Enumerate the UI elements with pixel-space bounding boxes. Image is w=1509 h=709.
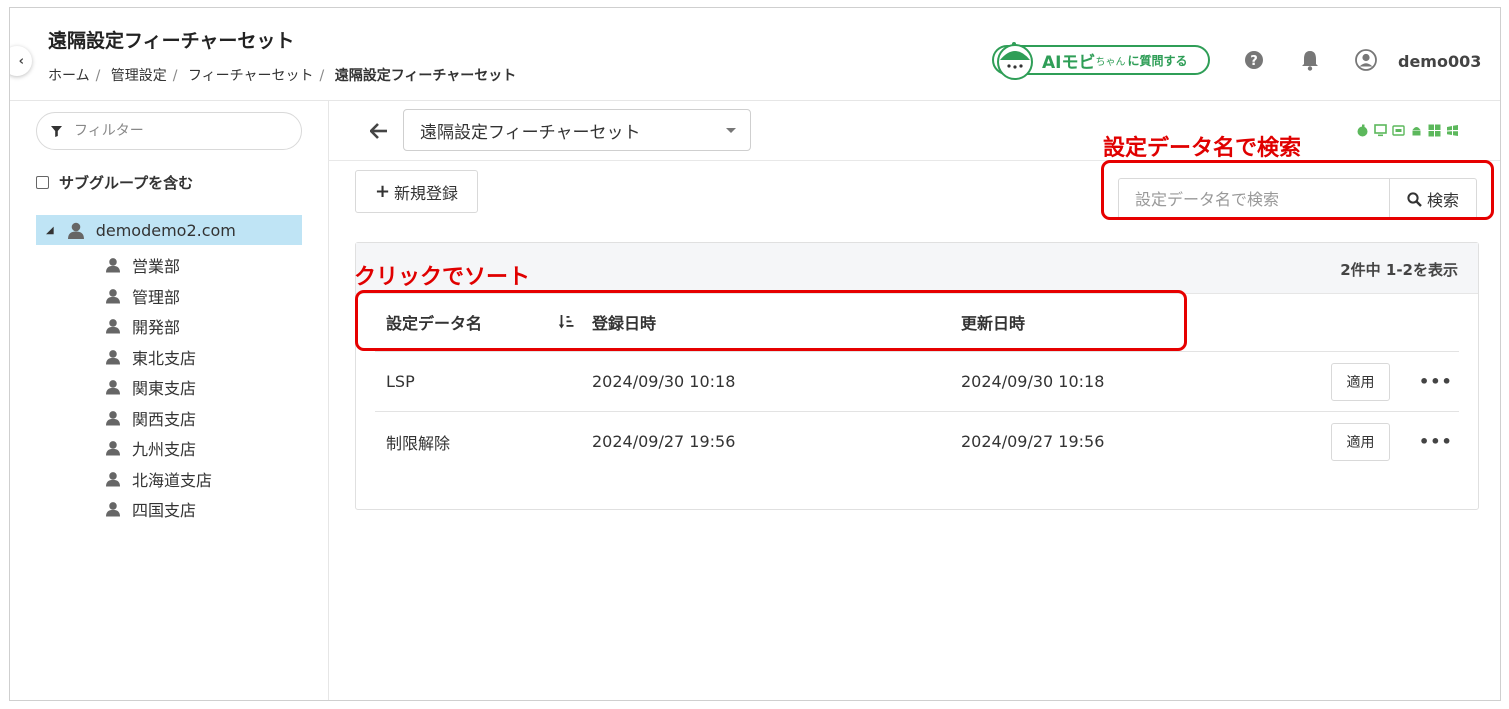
row-created: 2024/09/30 10:18: [592, 372, 736, 391]
tree-item[interactable]: 北海道支店: [106, 464, 212, 495]
result-count: 2件中 1-2を表示: [1340, 261, 1458, 279]
tree-item-label: 営業部: [132, 257, 181, 277]
android-icon: [1410, 124, 1423, 137]
feature-set-select[interactable]: 遠隔設定フィーチャーセット: [403, 109, 751, 151]
windows-phone-icon: [1446, 124, 1459, 137]
back-arrow-icon[interactable]: [369, 120, 388, 144]
tree-item-label: 九州支店: [132, 440, 197, 460]
tree-item[interactable]: 四国支店: [106, 494, 212, 525]
header: 遠隔設定フィーチャーセット ホーム / 管理設定 / フィーチャーセット / 遠隔設定…: [10, 8, 1500, 101]
tree-item-label: 関西支店: [132, 409, 197, 429]
feature-set-bar: 遠隔設定フィーチャーセット: [328, 100, 1500, 161]
group-icon: [106, 288, 120, 304]
annotation-sort-box: [355, 290, 1187, 351]
group-icon: [67, 222, 84, 239]
filter-icon: [51, 125, 62, 137]
tree-item-label: 管理部: [132, 287, 181, 307]
breadcrumb-admin[interactable]: 管理設定: [111, 68, 167, 84]
tv-icon: [1392, 124, 1405, 137]
plus-icon: +: [374, 181, 391, 202]
checkbox-box[interactable]: [36, 176, 49, 189]
group-icon: [106, 501, 120, 517]
annotation-search-note: 設定データ名で検索: [1103, 136, 1302, 161]
ai-assistant-button[interactable]: AIモビ ちゃん に質問する: [992, 42, 1210, 80]
group-icon: [106, 410, 120, 426]
include-subgroups-checkbox[interactable]: サブグループを含む: [36, 172, 193, 193]
include-subgroups-label: サブグループを含む: [59, 174, 194, 192]
apply-button[interactable]: 適用: [1331, 363, 1390, 401]
feature-set-select-value: 遠隔設定フィーチャーセット: [420, 122, 641, 143]
chevron-down-icon: [726, 128, 736, 133]
tree-item[interactable]: 関東支店: [106, 372, 212, 403]
tree-item-label: 四国支店: [132, 501, 197, 521]
ai-button-label-small: ちゃん: [1095, 56, 1126, 68]
group-icon: [106, 440, 120, 456]
breadcrumb-current: 遠隔設定フィーチャーセット: [334, 68, 517, 84]
breadcrumb: ホーム / 管理設定 / フィーチャーセット / 遠隔設定フィーチャーセット: [48, 68, 517, 84]
tree-item[interactable]: 営業部: [106, 250, 212, 281]
tree-root-item[interactable]: ◢ demodemo2.com: [36, 215, 302, 245]
filter-input[interactable]: [72, 122, 276, 140]
group-icon: [106, 349, 120, 365]
breadcrumb-home[interactable]: ホーム: [48, 68, 90, 84]
annotation-sort-note: クリックでソート: [354, 265, 531, 290]
group-icon: [106, 257, 120, 273]
row-name: LSP: [386, 372, 415, 391]
tree-item[interactable]: 東北支店: [106, 342, 212, 373]
new-registration-button[interactable]: + 新規登録: [355, 170, 478, 213]
sidebar: サブグループを含む ◢ demodemo2.com 営業部 管理部 開発部 東北…: [10, 100, 329, 700]
tree-expand-icon[interactable]: ◢: [46, 225, 54, 236]
group-icon: [106, 379, 120, 395]
page-title: 遠隔設定フィーチャーセット: [48, 30, 295, 52]
group-icon: [106, 471, 120, 487]
svg-text:?: ?: [1250, 54, 1258, 69]
apply-button[interactable]: 適用: [1331, 423, 1390, 461]
tree-children: 営業部 管理部 開発部 東北支店 関東支店 関西支店 九州支店 北海道支店 四国…: [106, 250, 212, 525]
tree-item[interactable]: 九州支店: [106, 433, 212, 464]
table-row: LSP 2024/09/30 10:18 2024/09/30 10:18 適用…: [375, 352, 1459, 412]
breadcrumb-featureset[interactable]: フィーチャーセット: [188, 68, 314, 84]
row-created: 2024/09/27 19:56: [592, 432, 736, 451]
windows-icon: [1428, 124, 1441, 137]
new-registration-label: 新規登録: [394, 183, 459, 203]
username[interactable]: demo003: [1398, 52, 1481, 71]
platform-icons: [1356, 124, 1459, 137]
chevron-left-icon: ‹: [18, 53, 24, 69]
ai-button-label-main: AIモビ: [1042, 52, 1096, 73]
bell-icon[interactable]: [1299, 49, 1321, 71]
annotation-search-box: [1101, 160, 1494, 220]
tree-item[interactable]: 関西支店: [106, 403, 212, 434]
tree-item-label: 開発部: [132, 318, 181, 338]
row-updated: 2024/09/27 19:56: [961, 432, 1105, 451]
group-icon: [106, 318, 120, 334]
ai-button-label-rest: に質問する: [1127, 53, 1188, 68]
apple-icon: [1356, 124, 1369, 137]
filter-box[interactable]: [36, 112, 302, 150]
user-avatar-icon[interactable]: [1355, 49, 1377, 71]
tree-item-label: 北海道支店: [132, 470, 213, 490]
tree-item-label: 東北支店: [132, 348, 197, 368]
help-icon[interactable]: ?: [1243, 49, 1265, 71]
app-window: ‹ 遠隔設定フィーチャーセット ホーム / 管理設定 / フィーチャーセット / 遠隔…: [9, 7, 1501, 701]
row-name: 制限解除: [386, 433, 451, 453]
more-options-icon[interactable]: •••: [1419, 352, 1453, 411]
tree-item-label: 関東支店: [132, 379, 197, 399]
monitor-icon: [1374, 124, 1387, 137]
tree-item[interactable]: 開発部: [106, 311, 212, 342]
more-options-icon[interactable]: •••: [1419, 412, 1453, 471]
tree-item[interactable]: 管理部: [106, 281, 212, 312]
row-updated: 2024/09/30 10:18: [961, 372, 1105, 391]
ai-mascot-icon: [997, 42, 1033, 80]
tree-root-label: demodemo2.com: [95, 220, 236, 240]
table-row: 制限解除 2024/09/27 19:56 2024/09/27 19:56 適…: [375, 412, 1459, 471]
